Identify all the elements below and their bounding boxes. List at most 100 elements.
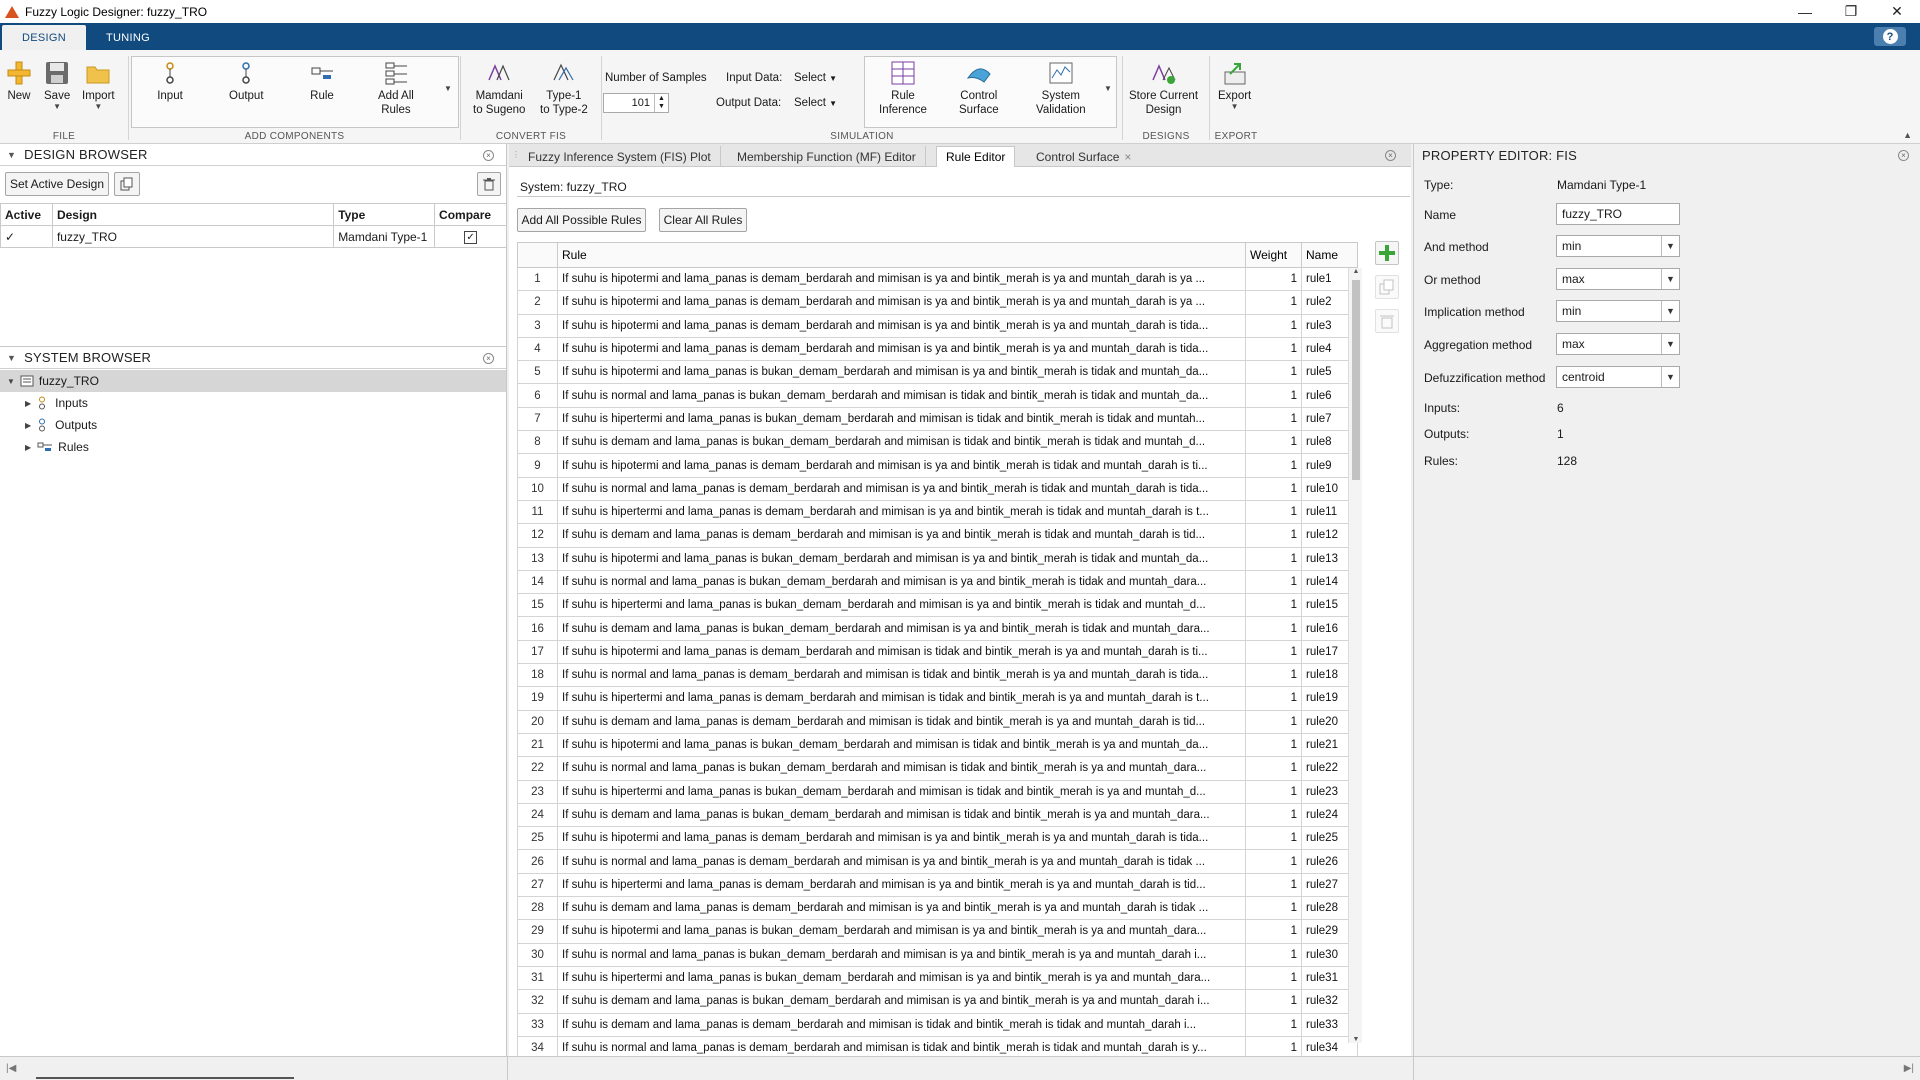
- rule-weight-cell[interactable]: 1: [1245, 826, 1302, 851]
- rule-text-cell[interactable]: If suhu is hipotermi and lama_panas is b…: [557, 732, 1246, 758]
- scrollbar-thumb[interactable]: [1352, 280, 1360, 480]
- tab-rule-editor[interactable]: Rule Editor: [936, 146, 1016, 167]
- minimize-button[interactable]: —: [1782, 0, 1828, 23]
- control-surface-button[interactable]: Control Surface: [959, 60, 999, 117]
- table-row[interactable]: 21 If suhu is hipotermi and lama_panas is…: [517, 732, 1358, 758]
- table-row[interactable]: 7 If suhu is hipertermi and lama_panas is…: [517, 406, 1358, 432]
- tab-mf-editor[interactable]: Membership Function (MF) Editor: [728, 146, 926, 167]
- rules-scrollbar[interactable]: ▲ ▼: [1348, 268, 1362, 1043]
- rule-weight-cell[interactable]: 1: [1245, 406, 1302, 432]
- table-row[interactable]: 12 If suhu is demam and lama_panas is dem…: [517, 523, 1358, 548]
- rule-text-cell[interactable]: If suhu is hipotermi and lama_panas is d…: [557, 313, 1246, 338]
- rule-weight-cell[interactable]: 1: [1245, 430, 1302, 455]
- rule-text-cell[interactable]: If suhu is normal and lama_panas is dema…: [557, 849, 1246, 874]
- tree-root-fuzzy-tro[interactable]: ▼ fuzzy_TRO: [0, 370, 506, 392]
- help-button[interactable]: ?: [1874, 27, 1906, 46]
- rule-weight-cell[interactable]: 1: [1245, 336, 1302, 362]
- rule-text-cell[interactable]: If suhu is normal and lama_panas is buka…: [557, 942, 1246, 967]
- rule-weight-cell[interactable]: 1: [1245, 686, 1302, 711]
- rule-text-cell[interactable]: If suhu is hipertermi and lama_panas is …: [557, 593, 1246, 618]
- add-all-possible-rules-button[interactable]: Add All Possible Rules: [517, 208, 646, 232]
- collapse-triangle-icon[interactable]: ▼: [7, 353, 16, 363]
- add-output-button[interactable]: Output: [229, 60, 264, 103]
- table-row[interactable]: 4 If suhu is hipotermi and lama_panas is …: [517, 336, 1358, 362]
- table-row[interactable]: 27 If suhu is hipertermi and lama_panas i…: [517, 872, 1358, 898]
- rule-weight-cell[interactable]: 1: [1245, 989, 1302, 1014]
- rule-weight-cell[interactable]: 1: [1245, 709, 1302, 734]
- rule-inference-button[interactable]: Rule Inference: [879, 60, 927, 117]
- copy-rule-button[interactable]: [1375, 275, 1399, 299]
- collapse-toolstrip-icon[interactable]: ▲: [1903, 130, 1912, 140]
- defuzzification-method-select[interactable]: centroid ▼: [1556, 366, 1680, 388]
- and-method-select[interactable]: min ▼: [1556, 235, 1680, 257]
- table-row[interactable]: 11 If suhu is hipertermi and lama_panas i…: [517, 499, 1358, 525]
- spinner-arrows-icon[interactable]: ▲ ▼: [654, 94, 668, 112]
- tab-tuning[interactable]: TUNING: [86, 25, 170, 50]
- close-icon[interactable]: ×: [1385, 150, 1396, 161]
- rule-text-cell[interactable]: If suhu is demam and lama_panas is demam…: [557, 709, 1246, 734]
- expand-arrow-icon[interactable]: ▶: [25, 399, 31, 408]
- rule-text-cell[interactable]: If suhu is demam and lama_panas is bukan…: [557, 989, 1246, 1014]
- tree-item-inputs[interactable]: ▶ Inputs: [0, 392, 506, 414]
- right-scroll-icon[interactable]: ▶|: [1904, 1063, 1914, 1074]
- rule-text-cell[interactable]: If suhu is hipotermi and lama_panas is d…: [557, 290, 1246, 315]
- tree-item-outputs[interactable]: ▶ Outputs: [0, 414, 506, 436]
- table-row[interactable]: 23 If suhu is hipertermi and lama_panas i…: [517, 779, 1358, 804]
- rule-weight-cell[interactable]: 1: [1245, 476, 1302, 501]
- close-icon[interactable]: ×: [1898, 150, 1909, 161]
- rule-weight-cell[interactable]: 1: [1245, 360, 1302, 385]
- tab-control-surface[interactable]: Control Surface ×: [1027, 146, 1140, 167]
- rule-weight-cell[interactable]: 1: [1245, 779, 1302, 804]
- scroll-down-icon[interactable]: ▼: [1349, 1036, 1363, 1043]
- rule-weight-cell[interactable]: 1: [1245, 616, 1302, 641]
- export-button[interactable]: Export ▼: [1218, 60, 1251, 111]
- type1-to-type2-button[interactable]: Type-1 to Type-2: [540, 60, 588, 117]
- table-row[interactable]: 32 If suhu is demam and lama_panas is buk…: [517, 989, 1358, 1014]
- table-row[interactable]: 22 If suhu is normal and lama_panas is bu…: [517, 756, 1358, 781]
- rule-weight-cell[interactable]: 1: [1245, 663, 1302, 688]
- rule-weight-cell[interactable]: 1: [1245, 756, 1302, 781]
- close-tab-icon[interactable]: ×: [1124, 150, 1131, 164]
- rule-text-cell[interactable]: If suhu is hipotermi and lama_panas is b…: [557, 546, 1246, 571]
- rule-weight-cell[interactable]: 1: [1245, 942, 1302, 967]
- rule-text-cell[interactable]: If suhu is hipertermi and lama_panas is …: [557, 499, 1246, 525]
- delete-design-button[interactable]: [477, 172, 501, 196]
- rule-text-cell[interactable]: If suhu is hipertermi and lama_panas is …: [557, 406, 1246, 432]
- rule-text-cell[interactable]: If suhu is hipotermi and lama_panas is d…: [557, 336, 1246, 362]
- rule-weight-cell[interactable]: 1: [1245, 732, 1302, 758]
- add-input-button[interactable]: Input: [157, 60, 183, 103]
- rule-text-cell[interactable]: If suhu is demam and lama_panas is bukan…: [557, 616, 1246, 641]
- delete-rule-button[interactable]: [1375, 309, 1399, 333]
- rule-weight-cell[interactable]: 1: [1245, 593, 1302, 618]
- number-of-samples-spinner[interactable]: 101 ▲ ▼: [603, 93, 669, 113]
- left-scroll-icon[interactable]: |◀: [6, 1063, 16, 1074]
- compare-checkbox[interactable]: ✓: [434, 225, 507, 248]
- table-row[interactable]: 33 If suhu is demam and lama_panas is dem…: [517, 1012, 1358, 1037]
- more-simulation-chevron-icon[interactable]: ▼: [1104, 84, 1112, 93]
- table-row[interactable]: 2 If suhu is hipotermi and lama_panas is …: [517, 290, 1358, 315]
- table-row[interactable]: ✓ fuzzy_TRO Mamdani Type-1 ✓: [0, 225, 507, 248]
- table-row[interactable]: 29 If suhu is hipotermi and lama_panas is…: [517, 919, 1358, 944]
- table-row[interactable]: 15 If suhu is hipertermi and lama_panas i…: [517, 593, 1358, 618]
- table-row[interactable]: 24 If suhu is demam and lama_panas is buk…: [517, 802, 1358, 828]
- add-rule-button[interactable]: Rule: [309, 60, 335, 103]
- rule-text-cell[interactable]: If suhu is hipertermi and lama_panas is …: [557, 779, 1246, 804]
- implication-method-select[interactable]: min ▼: [1556, 300, 1680, 322]
- tree-item-rules[interactable]: ▶ Rules: [0, 436, 506, 458]
- rule-text-cell[interactable]: If suhu is hipertermi and lama_panas is …: [557, 686, 1246, 711]
- rule-weight-cell[interactable]: 1: [1245, 896, 1302, 921]
- column-header-type[interactable]: Type: [333, 203, 436, 226]
- table-row[interactable]: 17 If suhu is hipotermi and lama_panas is…: [517, 639, 1358, 665]
- rule-text-cell[interactable]: If suhu is normal and lama_panas is buka…: [557, 569, 1246, 595]
- table-row[interactable]: 20 If suhu is demam and lama_panas is dem…: [517, 709, 1358, 734]
- import-button[interactable]: Import ▼: [82, 60, 115, 111]
- rule-weight-cell[interactable]: 1: [1245, 499, 1302, 525]
- column-header-name[interactable]: Name: [1301, 242, 1358, 268]
- add-all-rules-button[interactable]: Add All Rules: [378, 60, 414, 117]
- column-header-weight[interactable]: Weight: [1245, 242, 1302, 268]
- active-check[interactable]: ✓: [0, 225, 53, 248]
- table-row[interactable]: 18 If suhu is normal and lama_panas is de…: [517, 663, 1358, 688]
- copy-design-button[interactable]: [114, 172, 140, 196]
- rule-text-cell[interactable]: If suhu is hipotermi and lama_panas is d…: [557, 639, 1246, 665]
- table-row[interactable]: 5 If suhu is hipotermi and lama_panas is …: [517, 360, 1358, 385]
